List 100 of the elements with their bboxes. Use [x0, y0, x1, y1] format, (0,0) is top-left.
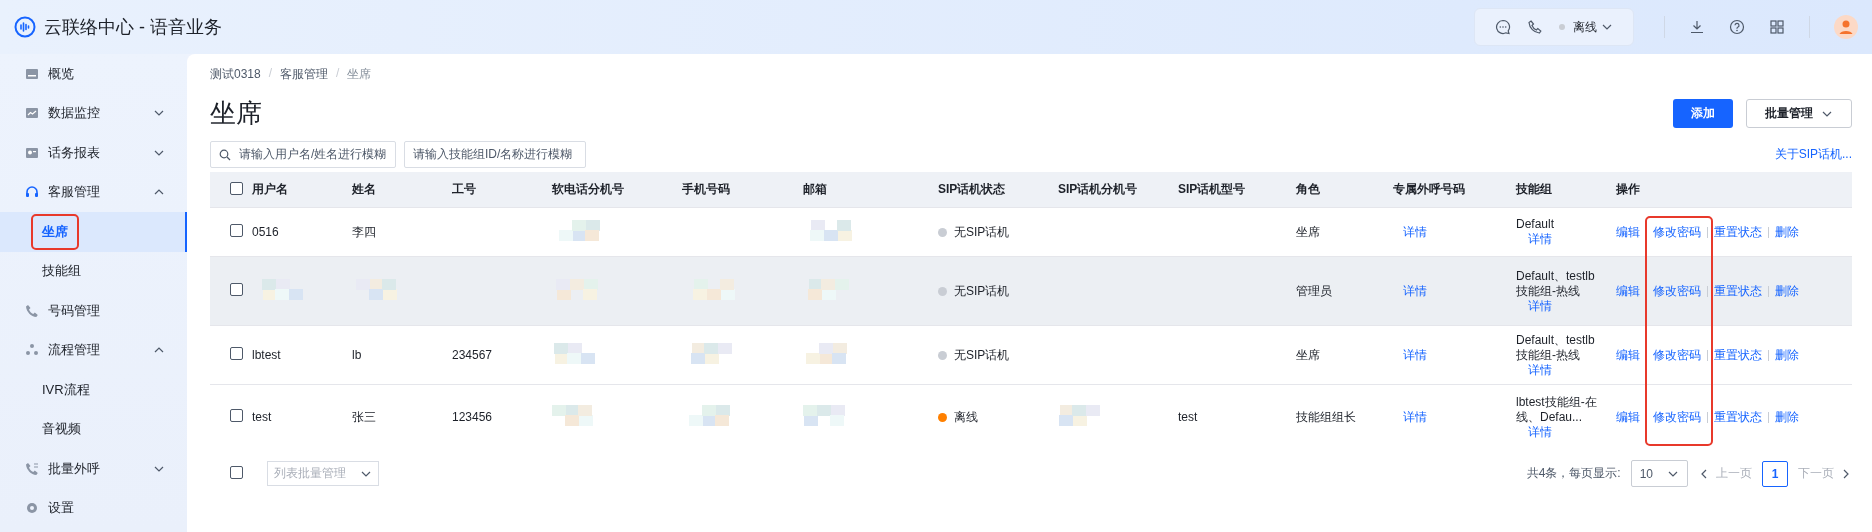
- column-header: 手机号码: [682, 182, 730, 196]
- breadcrumb-item[interactable]: 测试0318: [210, 66, 261, 83]
- download-icon[interactable]: [1689, 19, 1705, 35]
- phone-icon[interactable]: [1527, 19, 1543, 35]
- action-link[interactable]: 删除: [1775, 346, 1799, 364]
- app-title: 云联络中心 - 语音业务: [44, 16, 222, 39]
- sidebar-item[interactable]: 号码管理: [0, 291, 187, 331]
- column-header: 角色: [1296, 182, 1320, 196]
- batch-menu-button[interactable]: 批量管理: [1746, 99, 1852, 128]
- checkbox[interactable]: [230, 224, 243, 237]
- column-header: 操作: [1616, 182, 1640, 196]
- sidebar-item[interactable]: 客服管理: [0, 172, 187, 212]
- action-link[interactable]: 编辑: [1616, 223, 1640, 241]
- checkbox[interactable]: [230, 409, 243, 423]
- breadcrumb-item[interactable]: 客服管理: [280, 66, 329, 83]
- action-link[interactable]: 编辑: [1616, 408, 1640, 426]
- table-cell: 管理员: [1296, 283, 1332, 298]
- column-header: SIP话机分机号: [1058, 182, 1138, 196]
- sidebar-item[interactable]: 批量外呼: [0, 449, 187, 489]
- grid-icon[interactable]: [1769, 19, 1785, 35]
- checkbox[interactable]: [230, 181, 243, 195]
- sidebar-item[interactable]: 话务报表: [0, 133, 187, 173]
- action-link[interactable]: 编辑: [1616, 282, 1640, 300]
- table-cell: test: [1178, 410, 1198, 425]
- breadcrumb-separator: /: [268, 66, 273, 82]
- checkbox[interactable]: [230, 347, 243, 360]
- help-icon[interactable]: [1729, 19, 1745, 35]
- page-size-select[interactable]: 10: [1630, 460, 1688, 487]
- checkbox[interactable]: [230, 283, 243, 296]
- page-title: 坐席: [210, 97, 263, 130]
- action-link[interactable]: 重置状态: [1714, 223, 1762, 241]
- details-link[interactable]: 详情: [1516, 362, 1604, 378]
- details-link[interactable]: 详情: [1393, 283, 1427, 298]
- breadcrumb-separator: /: [336, 66, 340, 82]
- column-header: 技能组: [1516, 182, 1552, 196]
- action-link[interactable]: 删除: [1775, 282, 1799, 300]
- table-cell: test: [252, 410, 272, 425]
- action-link[interactable]: 重置状态: [1714, 408, 1762, 426]
- add-button[interactable]: 添加: [1673, 99, 1733, 128]
- action-link[interactable]: 重置状态: [1714, 346, 1762, 364]
- table-cell: lbtest技能组-在线、Defau...: [1516, 394, 1597, 424]
- sidebar-item[interactable]: IVR流程: [0, 370, 187, 410]
- column-header: SIP话机状态: [938, 182, 1006, 196]
- column-header: 专属外呼号码: [1393, 182, 1465, 196]
- table-cell: 0516: [252, 225, 279, 239]
- table-cell: Default、testlb技能组-热线: [1516, 268, 1595, 298]
- breadcrumb-item: 坐席: [347, 66, 372, 83]
- sidebar-item[interactable]: 数据监控: [0, 93, 187, 133]
- action-link[interactable]: 修改密码: [1653, 223, 1701, 241]
- skill-group-select[interactable]: 请输入技能组ID/名称进行模糊: [404, 141, 586, 168]
- details-link[interactable]: 详情: [1393, 224, 1427, 239]
- column-header: 工号: [452, 182, 476, 196]
- table-cell: 无SIP话机: [954, 346, 1010, 364]
- action-link[interactable]: 删除: [1775, 223, 1799, 241]
- action-link[interactable]: 修改密码: [1653, 346, 1701, 364]
- table-cell: lbtest: [252, 348, 281, 362]
- details-link[interactable]: 详情: [1516, 232, 1604, 247]
- action-link[interactable]: 编辑: [1616, 346, 1640, 364]
- search-icon: [219, 148, 231, 161]
- table-cell: 离线: [954, 408, 978, 426]
- sidebar-item[interactable]: 技能组: [0, 251, 187, 291]
- column-header: 姓名: [352, 182, 376, 196]
- table-cell: 坐席: [1296, 347, 1320, 362]
- status-dropdown[interactable]: 离线: [1559, 18, 1613, 36]
- table-cell: 技能组组长: [1296, 409, 1356, 424]
- table-cell: Default: [1516, 217, 1555, 231]
- table-cell: 坐席: [1296, 224, 1320, 239]
- sidebar-item[interactable]: 坐席: [0, 212, 187, 252]
- action-link[interactable]: 重置状态: [1714, 282, 1762, 300]
- sidebar-item[interactable]: 流程管理: [0, 330, 187, 370]
- logo-icon: [14, 16, 36, 38]
- details-link[interactable]: 详情: [1393, 409, 1427, 424]
- about-sip-link[interactable]: 关于SIP话机...: [1774, 146, 1852, 163]
- column-header: 软电话分机号: [552, 182, 624, 196]
- sidebar-item[interactable]: 概览: [0, 54, 187, 94]
- details-link[interactable]: 详情: [1516, 424, 1604, 440]
- chat-icon[interactable]: [1495, 19, 1511, 35]
- phone-icon: [24, 302, 40, 319]
- table-cell: 234567: [452, 348, 493, 362]
- sidebar-item[interactable]: 音视频: [0, 409, 187, 449]
- search-field[interactable]: 请输入用户名/姓名进行模糊: [210, 141, 396, 168]
- table-cell: Default、testlb技能组-热线: [1516, 332, 1595, 362]
- table-cell: 李四: [352, 224, 376, 239]
- table-cell: 123456: [452, 410, 493, 425]
- action-link[interactable]: 修改密码: [1653, 282, 1701, 300]
- column-header: 用户名: [252, 182, 288, 196]
- table-cell: 无SIP话机: [954, 223, 1010, 241]
- table-cell: lb: [352, 348, 362, 362]
- checkbox[interactable]: [230, 465, 243, 479]
- column-header: 邮箱: [803, 182, 827, 196]
- page-button[interactable]: 1: [1762, 460, 1788, 487]
- details-link[interactable]: 详情: [1516, 298, 1604, 314]
- action-link[interactable]: 删除: [1775, 408, 1799, 426]
- table-cell: 张三: [352, 409, 376, 424]
- table-cell: 无SIP话机: [954, 282, 1010, 300]
- column-header: SIP话机型号: [1178, 182, 1246, 196]
- details-link[interactable]: 详情: [1393, 347, 1427, 362]
- phone-list-icon: [24, 460, 40, 477]
- action-link[interactable]: 修改密码: [1653, 408, 1701, 426]
- sidebar-item[interactable]: 设置: [0, 488, 187, 528]
